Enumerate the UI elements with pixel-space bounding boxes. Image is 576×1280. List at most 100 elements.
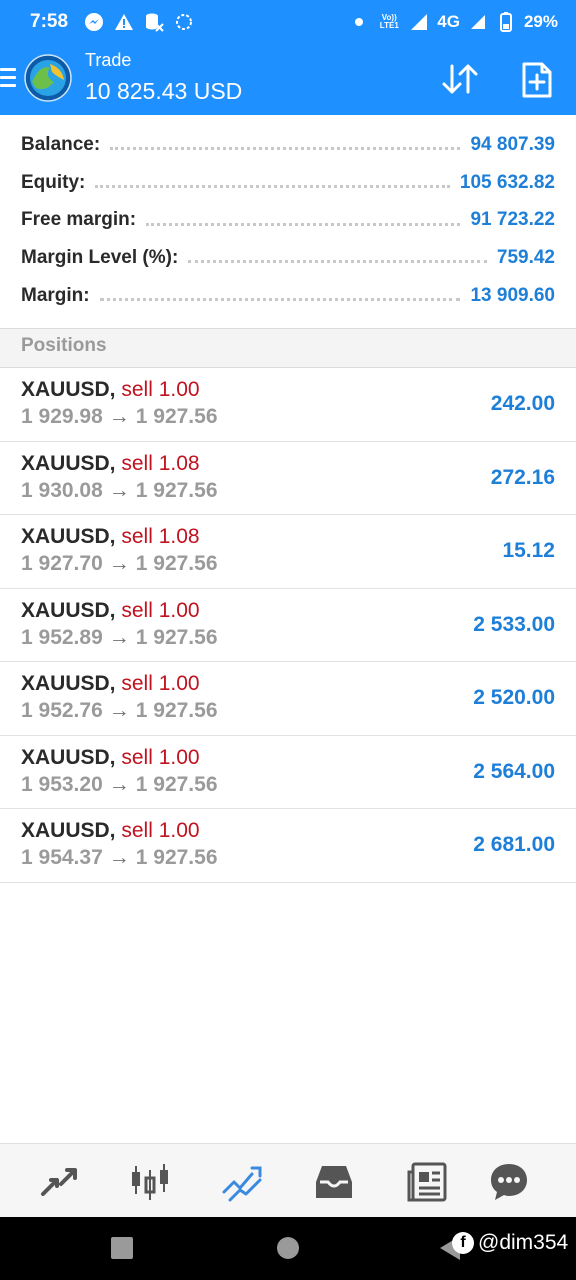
current-price: 1 927.56 bbox=[135, 405, 218, 428]
position-profit: 2 564.00 bbox=[473, 759, 555, 783]
home-button[interactable] bbox=[277, 1237, 299, 1259]
nav-chat[interactable] bbox=[487, 1160, 531, 1204]
position-symbol: XAUUSD, bbox=[21, 451, 116, 475]
position-symbol: XAUUSD, bbox=[21, 672, 116, 695]
current-price: 1 927.56 bbox=[135, 846, 218, 869]
network-type: 4G bbox=[437, 12, 460, 31]
bottom-navigation bbox=[0, 1143, 576, 1217]
summary-value: 759.42 bbox=[496, 246, 555, 268]
position-row[interactable]: XAUUSD, sell 1.00 1 952.89 → 1 927.56 2 53… bbox=[0, 589, 576, 662]
sort-button[interactable] bbox=[438, 58, 482, 102]
new-order-button[interactable] bbox=[514, 58, 558, 102]
position-row[interactable]: XAUUSD, sell 1.08 1 927.70 → 1 927.56 15.1… bbox=[0, 515, 576, 589]
nav-chart[interactable] bbox=[128, 1160, 172, 1204]
position-symbol: XAUUSD, bbox=[21, 745, 116, 769]
current-price: 1 927.56 bbox=[135, 478, 218, 502]
arrow-right-icon: → bbox=[108, 699, 130, 722]
position-profit: 2 520.00 bbox=[473, 686, 555, 709]
summary-label: Margin: bbox=[21, 284, 90, 306]
summary-value: 94 807.39 bbox=[470, 133, 555, 155]
nav-news[interactable] bbox=[405, 1160, 449, 1204]
dot-icon bbox=[349, 12, 369, 32]
summary-row-margin-level: Margin Level (%): 759.42 bbox=[0, 239, 576, 277]
position-symbol: XAUUSD, bbox=[21, 525, 116, 548]
current-price: 1 927.56 bbox=[135, 552, 218, 575]
summary-row-balance: Balance: 94 807.39 bbox=[0, 126, 576, 164]
top-bar: 7:58 Vo)) LTE1 4G 29% Trade 10 825.43 US… bbox=[0, 0, 576, 115]
app-header: Trade 10 825.43 USD bbox=[0, 44, 576, 115]
inbox-icon bbox=[316, 1166, 352, 1198]
summary-label: Margin Level (%): bbox=[21, 246, 179, 268]
position-profit: 242.00 bbox=[490, 392, 555, 415]
menu-icon[interactable] bbox=[0, 68, 16, 88]
position-row[interactable]: XAUUSD, sell 1.00 1 953.20 → 1 927.56 2 56… bbox=[0, 736, 576, 809]
volte-indicator: Vo)) LTE1 bbox=[379, 13, 399, 30]
position-symbol: XAUUSD, bbox=[21, 378, 116, 401]
current-price: 1 927.56 bbox=[135, 699, 218, 722]
recent-apps-button[interactable] bbox=[111, 1237, 133, 1259]
account-summary: Balance: 94 807.39 Equity: 105 632.82 Fr… bbox=[0, 126, 576, 314]
alert-icon bbox=[114, 12, 134, 32]
position-type: sell 1.00 bbox=[121, 378, 200, 401]
candlestick-chart-icon bbox=[132, 1164, 168, 1200]
positions-list: XAUUSD, sell 1.00 1 929.98 → 1 927.56 242.… bbox=[0, 368, 576, 883]
position-type: sell 1.00 bbox=[121, 598, 200, 622]
position-type: sell 1.00 bbox=[121, 672, 200, 695]
open-price: 1 929.98 bbox=[21, 405, 103, 428]
summary-value: 91 723.22 bbox=[470, 209, 555, 231]
position-profit: 2 681.00 bbox=[473, 833, 555, 856]
dotted-leader bbox=[146, 222, 461, 226]
chat-icon bbox=[491, 1164, 527, 1200]
open-price: 1 930.08 bbox=[21, 478, 103, 502]
news-icon bbox=[407, 1162, 447, 1202]
position-type: sell 1.08 bbox=[121, 525, 200, 548]
watermark: f @dim354 bbox=[452, 1231, 568, 1255]
database-icon bbox=[144, 12, 164, 32]
status-bar: 7:58 Vo)) LTE1 4G 29% bbox=[0, 0, 576, 44]
position-profit: 272.16 bbox=[490, 465, 555, 489]
summary-label: Free margin: bbox=[21, 209, 137, 231]
position-row[interactable]: XAUUSD, sell 1.08 1 930.08 → 1 927.56 272.… bbox=[0, 442, 576, 515]
watermark-text: @dim354 bbox=[478, 1231, 569, 1254]
arrow-right-icon: → bbox=[108, 405, 130, 428]
position-symbol: XAUUSD, bbox=[21, 819, 116, 842]
summary-label: Balance: bbox=[21, 133, 101, 155]
current-price: 1 927.56 bbox=[135, 772, 218, 796]
summary-row-margin: Margin: 13 909.60 bbox=[0, 277, 576, 315]
quotes-icon bbox=[41, 1168, 77, 1196]
open-price: 1 954.37 bbox=[21, 846, 103, 869]
position-type: sell 1.00 bbox=[121, 745, 200, 769]
position-symbol: XAUUSD, bbox=[21, 598, 116, 622]
sync-icon bbox=[174, 12, 194, 32]
current-price: 1 927.56 bbox=[135, 625, 218, 649]
positions-section-header: Positions bbox=[0, 328, 576, 368]
nav-history[interactable] bbox=[312, 1160, 356, 1204]
arrow-right-icon: → bbox=[108, 772, 130, 796]
header-equity-amount: 10 825.43 USD bbox=[85, 78, 243, 104]
arrow-right-icon: → bbox=[108, 478, 130, 502]
sort-icon bbox=[442, 64, 478, 94]
page-title: Trade bbox=[85, 50, 132, 70]
system-navigation-bar: f @dim354 bbox=[0, 1217, 576, 1280]
summary-row-free-margin: Free margin: 91 723.22 bbox=[0, 201, 576, 239]
nav-quotes[interactable] bbox=[37, 1160, 81, 1204]
open-price: 1 953.20 bbox=[21, 772, 103, 796]
dotted-leader bbox=[95, 185, 450, 189]
new-document-icon bbox=[522, 62, 552, 98]
nav-trade[interactable] bbox=[220, 1160, 264, 1204]
dotted-leader bbox=[188, 260, 487, 264]
messenger-icon bbox=[84, 12, 104, 32]
trade-icon bbox=[222, 1166, 262, 1202]
app-logo bbox=[24, 54, 72, 102]
position-row[interactable]: XAUUSD, sell 1.00 1 952.76 → 1 927.56 2 52… bbox=[0, 662, 576, 736]
signal-icon bbox=[409, 12, 429, 32]
summary-row-equity: Equity: 105 632.82 bbox=[0, 164, 576, 202]
battery-level: 29% bbox=[523, 12, 558, 31]
signal-icon-2 bbox=[468, 12, 488, 32]
position-row[interactable]: XAUUSD, sell 1.00 1 954.37 → 1 927.56 2 68… bbox=[0, 809, 576, 883]
position-row[interactable]: XAUUSD, sell 1.00 1 929.98 → 1 927.56 242.… bbox=[0, 368, 576, 442]
open-price: 1 952.76 bbox=[21, 699, 103, 722]
battery-icon bbox=[496, 12, 516, 32]
arrow-right-icon: → bbox=[108, 552, 130, 575]
open-price: 1 927.70 bbox=[21, 552, 103, 575]
